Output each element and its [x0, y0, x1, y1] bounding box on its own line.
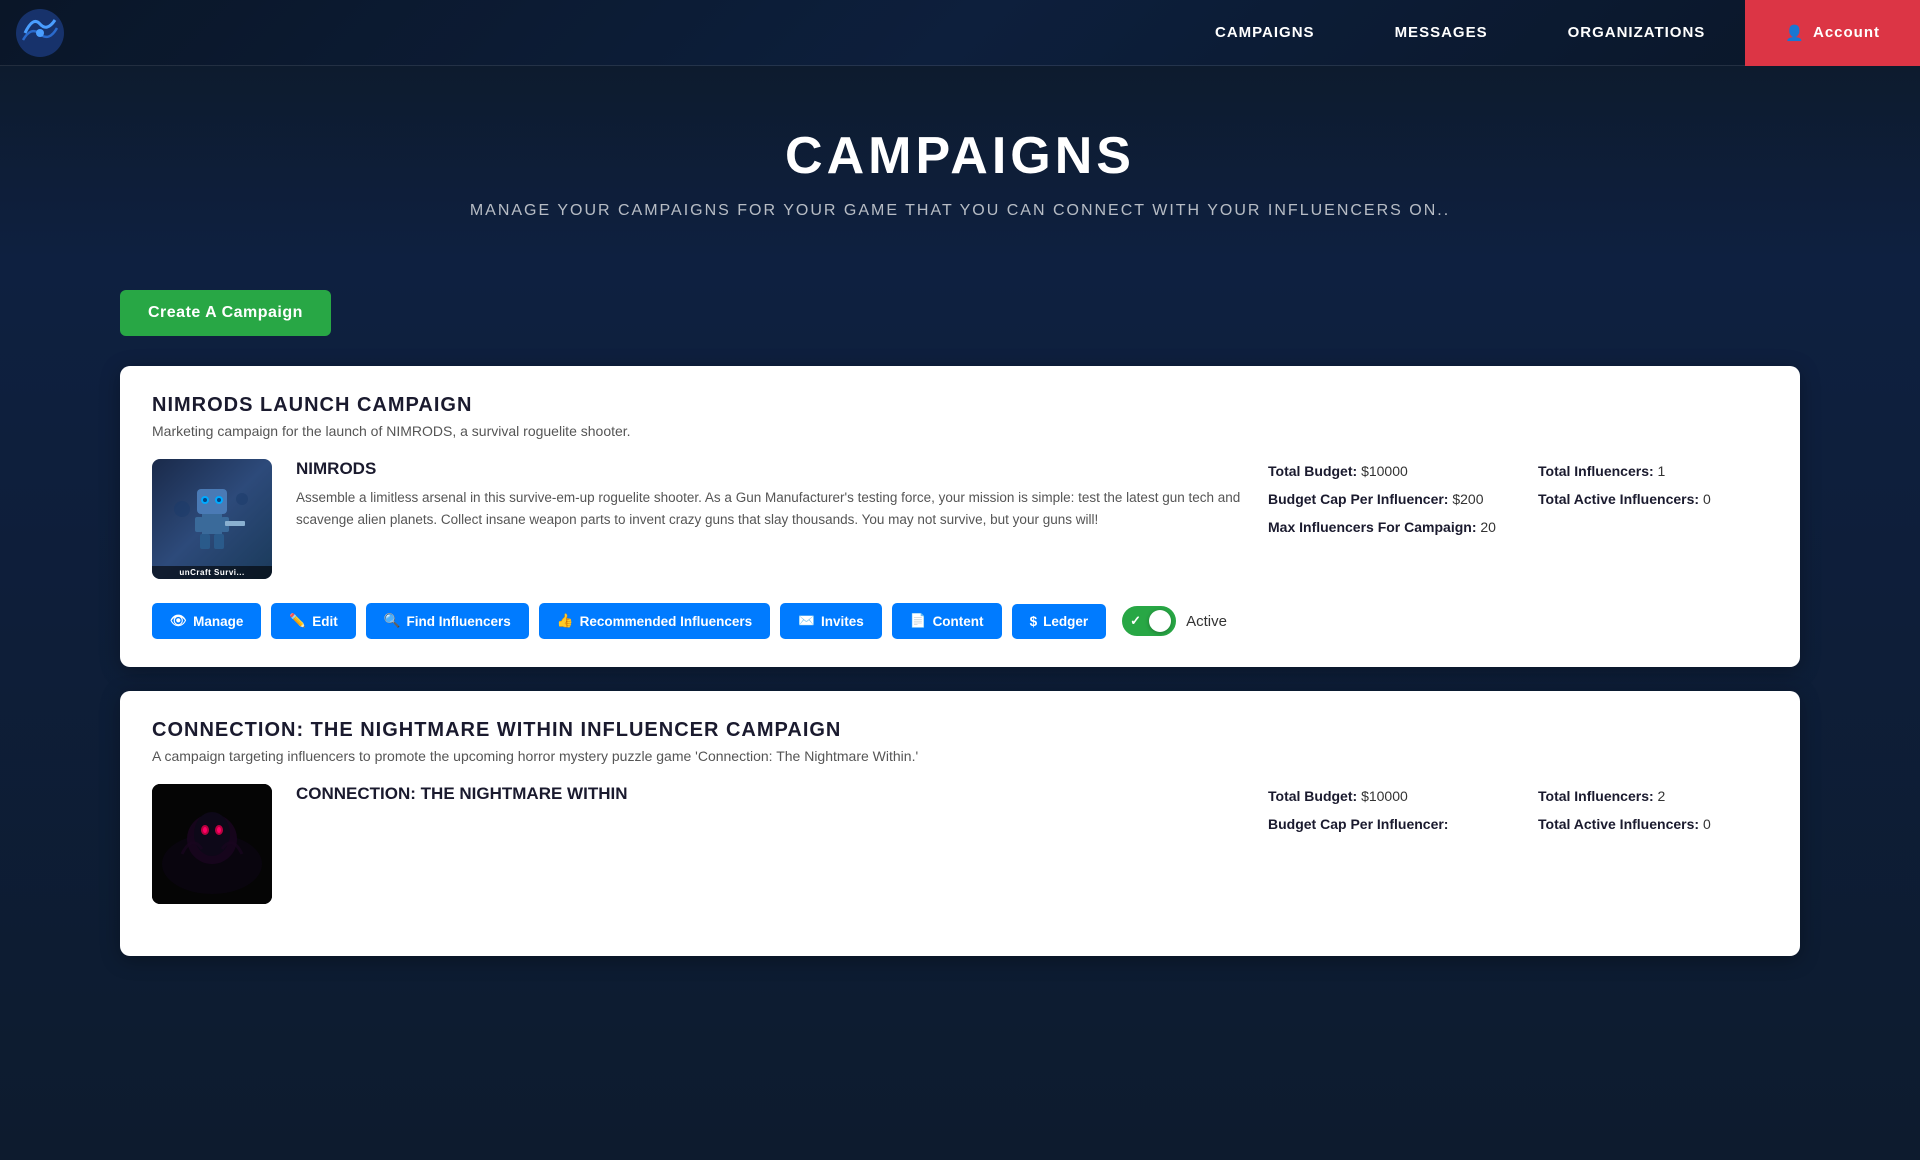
stat-total-influencers: Total Influencers: 1 [1538, 463, 1768, 479]
main-nav: CAMPAIGNS MESSAGES ORGANIZATIONS 👤 Accou… [0, 0, 1920, 66]
campaign-title-nimrods: NIMRODS LAUNCH CAMPAIGN [152, 394, 1768, 417]
recommended-influencers-button[interactable]: 👍 Recommended Influencers [539, 603, 770, 639]
stat-nightmare-active: Total Active Influencers: 0 [1538, 816, 1768, 832]
campaign-desc-nimrods: Marketing campaign for the launch of NIM… [152, 423, 1768, 439]
manage-button[interactable]: 👁 Manage [152, 603, 261, 639]
stat-nightmare-budget-cap: Budget Cap Per Influencer: [1268, 816, 1498, 832]
nav-organizations[interactable]: ORGANIZATIONS [1528, 0, 1746, 66]
find-influencers-button[interactable]: 🔍 Find Influencers [366, 603, 529, 639]
ledger-button[interactable]: $ Ledger [1012, 604, 1107, 639]
account-label: Account [1813, 24, 1880, 41]
campaign-title-nightmare: CONNECTION: THE NIGHTMARE WITHIN INFLUEN… [152, 719, 1768, 742]
stat-nightmare-total-influencers: Total Influencers: 2 [1538, 788, 1768, 804]
campaign-desc-nightmare: A campaign targeting influencers to prom… [152, 748, 1768, 764]
campaign-body-nightmare: CONNECTION: THE NIGHTMARE WITHIN Total B… [152, 784, 1768, 904]
eye-icon: 👁 [170, 613, 187, 629]
stat-nightmare-total-budget: Total Budget: $10000 [1268, 788, 1498, 804]
nav-campaigns[interactable]: CAMPAIGNS [1175, 0, 1355, 66]
toggle-knob [1149, 610, 1171, 632]
active-toggle[interactable]: ✓ [1122, 606, 1176, 636]
campaign-card-nimrods: NIMRODS LAUNCH CAMPAIGN Marketing campai… [120, 366, 1800, 667]
nimrods-stats: Total Budget: $10000 Total Influencers: … [1268, 459, 1768, 535]
toggle-check-icon: ✓ [1130, 613, 1141, 629]
invites-button[interactable]: ✉️ Invites [780, 603, 882, 639]
nimrods-game-info: NIMRODS Assemble a limitless arsenal in … [296, 459, 1244, 530]
page-content: CAMPAIGNS MANAGE YOUR CAMPAIGNS FOR YOUR… [0, 0, 1920, 1160]
game-thumbnail-nightmare [152, 784, 272, 904]
nav-messages[interactable]: MESSAGES [1355, 0, 1528, 66]
nav-links: CAMPAIGNS MESSAGES ORGANIZATIONS 👤 Accou… [1175, 0, 1920, 66]
stat-budget-cap: Budget Cap Per Influencer: $200 [1268, 491, 1498, 507]
stat-total-active: Total Active Influencers: 0 [1538, 491, 1768, 507]
active-label: Active [1186, 613, 1227, 630]
campaign-card-nightmare: CONNECTION: THE NIGHTMARE WITHIN INFLUEN… [120, 691, 1800, 956]
campaign-body-nimrods: unCraft Survi... NIMRODS Assemble a limi… [152, 459, 1768, 579]
thumb-icon: 👍 [557, 613, 574, 629]
nimrods-game-desc: Assemble a limitless arsenal in this sur… [296, 487, 1244, 530]
game-thumbnail-nimrods: unCraft Survi... [152, 459, 272, 579]
dollar-icon: $ [1030, 614, 1038, 629]
nimrods-game-name: NIMRODS [296, 459, 1244, 479]
create-campaign-button[interactable]: Create A Campaign [120, 290, 331, 336]
mail-icon: ✉️ [798, 613, 815, 629]
file-icon: 📄 [910, 613, 927, 629]
nimrods-actions: 👁 Manage ✏️ Edit 🔍 Find Influencers 👍 Re… [152, 603, 1768, 639]
stat-total-budget: Total Budget: $10000 [1268, 463, 1498, 479]
nightmare-stats: Total Budget: $10000 Total Influencers: … [1268, 784, 1768, 832]
campaigns-section: Create A Campaign NIMRODS LAUNCH CAMPAIG… [0, 260, 1920, 1160]
search-icon: 🔍 [384, 613, 401, 629]
edit-icon: ✏️ [289, 613, 306, 629]
page-title: CAMPAIGNS [20, 126, 1900, 186]
nimrods-thumb-label: unCraft Survi... [152, 566, 272, 579]
active-toggle-wrap: ✓ Active [1122, 606, 1227, 636]
nightmare-game-info: CONNECTION: THE NIGHTMARE WITHIN [296, 784, 1244, 812]
stat-max-influencers: Max Influencers For Campaign: 20 [1268, 519, 1498, 535]
content-button[interactable]: 📄 Content [892, 603, 1002, 639]
logo[interactable] [0, 0, 80, 66]
edit-button[interactable]: ✏️ Edit [271, 603, 355, 639]
hero-section: CAMPAIGNS MANAGE YOUR CAMPAIGNS FOR YOUR… [0, 66, 1920, 260]
user-icon: 👤 [1785, 24, 1805, 42]
page-subtitle: MANAGE YOUR CAMPAIGNS FOR YOUR GAME THAT… [20, 202, 1900, 220]
nav-account-button[interactable]: 👤 Account [1745, 0, 1920, 66]
nightmare-game-name: CONNECTION: THE NIGHTMARE WITHIN [296, 784, 1244, 804]
